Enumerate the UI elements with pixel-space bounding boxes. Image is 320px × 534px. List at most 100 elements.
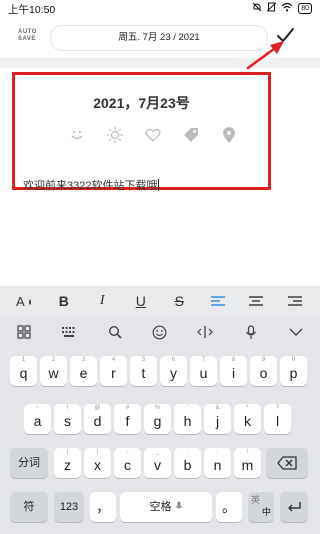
key-o[interactable]: 9o	[250, 356, 277, 386]
key-e-label: e	[79, 365, 88, 381]
align-center-icon[interactable]	[244, 289, 268, 313]
key-n-label: n	[213, 457, 222, 473]
key-j-label: j	[215, 413, 220, 429]
space-key[interactable]: 空格	[120, 492, 212, 522]
key-l[interactable]: ? l	[264, 404, 291, 434]
cursor-icon[interactable]	[195, 322, 215, 342]
key-z-label: z	[64, 457, 71, 473]
heart-icon[interactable]	[143, 125, 163, 145]
key-b-label: b	[183, 457, 192, 473]
key-j[interactable]: & j	[204, 404, 231, 434]
keyboard-icon[interactable]	[59, 322, 79, 342]
key-a[interactable]: ~ a	[24, 404, 51, 434]
key-n[interactable]: ; n	[204, 448, 231, 478]
entry-body-text[interactable]: 欢迎前来3322软件站下载哦	[23, 177, 160, 193]
status-time: 上午10:50	[8, 4, 56, 16]
key-g[interactable]: % g	[144, 404, 171, 434]
key-z[interactable]: (z	[54, 448, 81, 478]
key-q[interactable]: 1q	[10, 356, 37, 386]
italic-icon[interactable]: I	[90, 289, 114, 313]
space-mic-icon	[175, 501, 182, 509]
number-key[interactable]: 123	[54, 492, 84, 522]
segment-key[interactable]: 分词	[10, 448, 48, 478]
key-w-label: w	[48, 365, 59, 381]
date-selector[interactable]: 周五. 7月 23 / 2021	[50, 25, 268, 51]
key-i[interactable]: 8i	[220, 356, 247, 386]
key-e[interactable]: 3e	[70, 356, 97, 386]
status-bar: 上午10:50 80	[0, 0, 320, 16]
strikethrough-icon[interactable]: S	[167, 289, 191, 313]
search-icon[interactable]	[105, 322, 125, 342]
location-icon[interactable]	[219, 125, 239, 145]
key-b[interactable]: :b	[174, 448, 201, 478]
key-r-label: r	[111, 365, 116, 381]
key-k-label: k	[244, 413, 251, 429]
key-m[interactable]: / m	[234, 448, 261, 478]
mic-icon[interactable]	[241, 322, 261, 342]
wifi-icon	[281, 2, 293, 14]
underline-icon[interactable]: U	[129, 289, 153, 313]
svg-text:A: A	[16, 294, 25, 309]
grid-icon[interactable]	[14, 322, 34, 342]
key-s[interactable]: ! s	[54, 404, 81, 434]
emoji-icon[interactable]	[150, 322, 170, 342]
entry-body-content: 欢迎前来3322软件站下载哦	[23, 180, 158, 192]
collapse-icon[interactable]	[286, 322, 306, 342]
key-g-label: g	[153, 413, 162, 429]
key-t[interactable]: 5t	[130, 356, 157, 386]
language-switch-key[interactable]: 英 中	[248, 492, 274, 522]
text-size-color-icon[interactable]: A	[13, 289, 37, 313]
autosave-toggle[interactable]: AUTO SAVE	[18, 29, 37, 43]
key-u[interactable]: 7u	[190, 356, 217, 386]
key-v[interactable]: _ v	[144, 448, 171, 478]
period-key[interactable]: 。	[216, 492, 242, 522]
key-c-label: c	[124, 457, 131, 473]
key-y[interactable]: 6y	[160, 356, 187, 386]
key-y-label: y	[170, 365, 177, 381]
key-l-label: l	[275, 413, 280, 429]
align-right-icon[interactable]	[283, 289, 307, 313]
smile-icon[interactable]	[67, 125, 87, 145]
key-f-label: f	[125, 413, 130, 429]
sim-slash-icon	[266, 2, 277, 14]
battery-indicator: 80	[298, 2, 312, 14]
align-left-icon[interactable]	[206, 289, 230, 313]
key-u-label: u	[199, 365, 208, 381]
key-f[interactable]: # f	[114, 404, 141, 434]
sun-icon[interactable]	[105, 125, 125, 145]
key-x[interactable]: ) x	[84, 448, 111, 478]
autosave-label-bottom: SAVE	[18, 36, 36, 42]
enter-key[interactable]	[280, 492, 308, 522]
key-d-label: d	[93, 413, 102, 429]
key-a-label: a	[33, 413, 42, 429]
key-k[interactable]: * k	[234, 404, 261, 434]
lang-top-label: 英	[251, 495, 261, 505]
key-p[interactable]: 0p	[280, 356, 307, 386]
soft-keyboard: 1q 2w 3e 4r 5t 6y 7u 8i 9o 0p ~ a ! s @ d #…	[0, 316, 320, 534]
entry-card: 2021，7月23号 欢迎前来3322软件站下载哦	[12, 72, 271, 193]
key-v-label: v	[154, 457, 161, 473]
status-icons: 80	[252, 2, 312, 14]
key-q-label: q	[19, 365, 28, 381]
tag-icon[interactable]	[181, 125, 201, 145]
key-s-label: s	[64, 413, 71, 429]
entry-attribute-icons	[67, 125, 239, 145]
backspace-icon	[277, 456, 297, 470]
key-d[interactable]: @ d	[84, 404, 111, 434]
symbol-key[interactable]: 符	[10, 492, 48, 522]
comma-key[interactable]: ，	[90, 492, 116, 522]
key-i-label: i	[231, 365, 236, 381]
mute-icon	[252, 2, 262, 14]
autosave-label-top: AUTO	[18, 29, 37, 35]
bold-icon[interactable]: B	[52, 289, 76, 313]
key-t-label: t	[141, 365, 146, 381]
key-h[interactable]: ' h	[174, 404, 201, 434]
format-toolbar: A B I U S	[0, 286, 320, 316]
key-o-label: o	[259, 365, 268, 381]
key-x-label: x	[94, 457, 101, 473]
backspace-key[interactable]	[266, 448, 308, 478]
key-c[interactable]: -c	[114, 448, 141, 478]
key-r[interactable]: 4r	[100, 356, 127, 386]
key-w[interactable]: 2w	[40, 356, 67, 386]
key-m-label: m	[241, 457, 254, 473]
